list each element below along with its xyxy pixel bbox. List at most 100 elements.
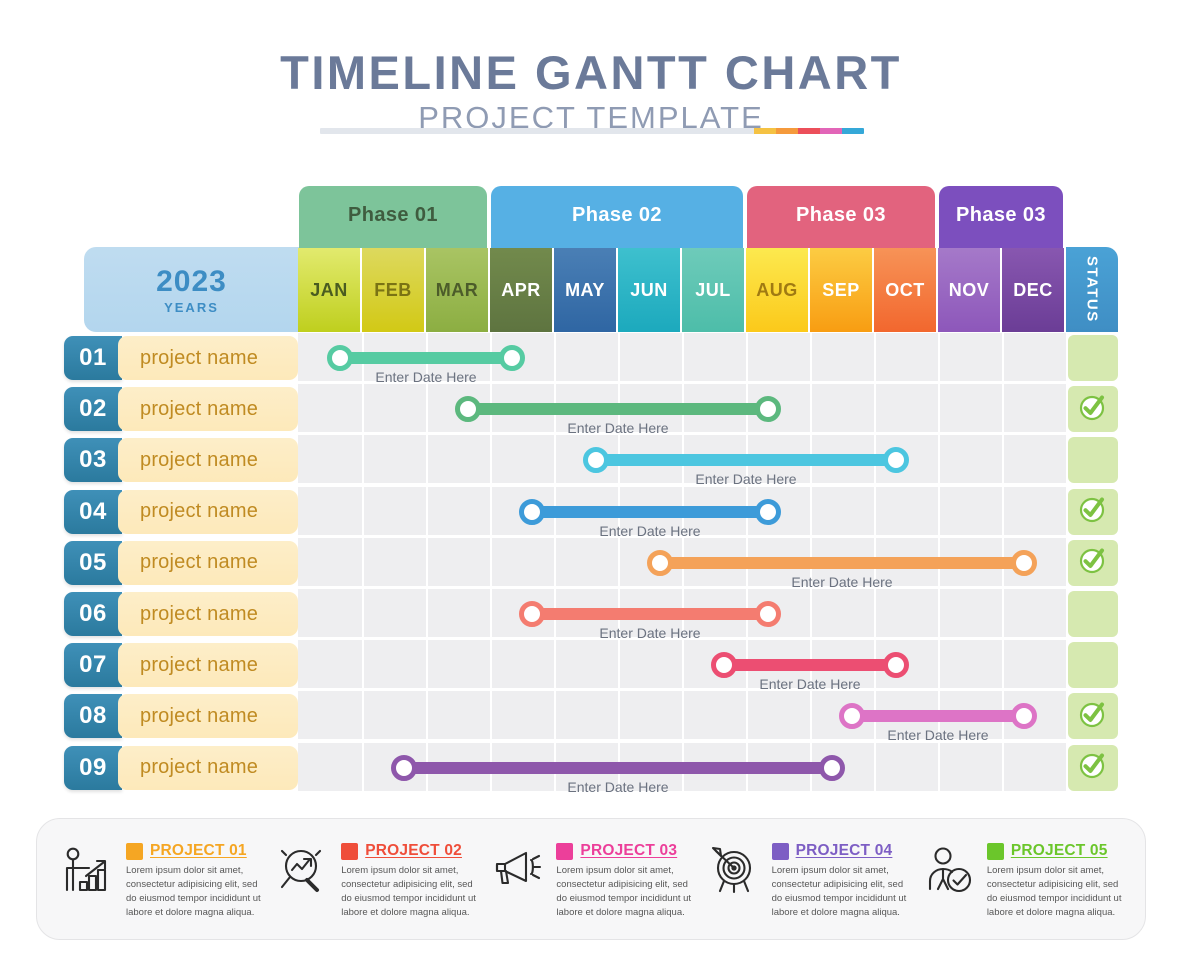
gantt-bar-row-09[interactable]: Enter Date Here (391, 754, 845, 795)
grid-line (490, 537, 492, 586)
gantt-bar-end-handle[interactable] (1011, 703, 1037, 730)
row-number-label: 09 (79, 753, 107, 781)
legend-title[interactable]: PROJECT 02 (365, 842, 462, 860)
row-number-badge-06: 06 (64, 592, 122, 636)
status-cell-row-02[interactable] (1068, 386, 1118, 433)
gantt-bar-date-label[interactable]: Enter Date Here (586, 471, 906, 487)
month-header-feb[interactable]: FEB (362, 248, 426, 332)
legend-color-swatch (126, 842, 143, 860)
month-header-mar[interactable]: MAR (426, 248, 490, 332)
phase-header-1[interactable]: Phase 01 (299, 186, 487, 248)
project-name-field-01[interactable]: project name (118, 336, 298, 380)
gantt-bar-row-02[interactable]: Enter Date Here (455, 396, 781, 436)
status-cell-row-01[interactable] (1068, 335, 1118, 381)
gantt-bar-date-label[interactable]: Enter Date Here (522, 625, 778, 641)
gantt-bar-date-label[interactable]: Enter Date Here (650, 574, 1034, 590)
gantt-bar-start-handle[interactable] (583, 447, 609, 474)
gantt-bar-row-03[interactable]: Enter Date Here (583, 447, 909, 487)
project-name-label: project name (140, 704, 259, 727)
status-cell-row-08[interactable] (1068, 693, 1118, 740)
gantt-bar-start-handle[interactable] (711, 652, 737, 679)
legend-title[interactable]: PROJECT 03 (580, 842, 677, 860)
gantt-bar-start-handle[interactable] (327, 345, 353, 371)
gantt-bar-start-handle[interactable] (839, 703, 865, 730)
gantt-bar-date-label[interactable]: Enter Date Here (330, 369, 522, 385)
project-name-field-07[interactable]: project name (118, 643, 298, 688)
megaphone-icon (487, 838, 547, 904)
project-name-field-09[interactable]: project name (118, 745, 298, 790)
gantt-bar-row-07[interactable]: Enter Date Here (711, 652, 909, 692)
gantt-bar-start-handle[interactable] (519, 601, 545, 627)
target-dartboard-icon (703, 838, 763, 904)
gantt-bar-end-handle[interactable] (819, 754, 845, 781)
status-cell-row-07[interactable] (1068, 642, 1118, 689)
gantt-bar-row-05[interactable]: Enter Date Here (647, 549, 1037, 590)
gantt-bar-date-label[interactable]: Enter Date Here (842, 727, 1034, 743)
project-name-field-04[interactable]: project name (118, 489, 298, 534)
gantt-bar-end-handle[interactable] (883, 447, 909, 474)
grid-line (362, 589, 364, 637)
gantt-bar-date-label[interactable]: Enter Date Here (522, 523, 778, 539)
gantt-bar-end-handle[interactable] (1011, 549, 1037, 576)
legend-item-4[interactable]: PROJECT 04 Lorem ipsum dolor sit amet, co… (699, 838, 914, 919)
month-header-jan[interactable]: JAN (298, 248, 362, 332)
status-cell-row-09[interactable] (1068, 744, 1118, 791)
legend-color-swatch (556, 842, 574, 860)
legend-item-3[interactable]: PROJECT 03 Lorem ipsum dolor sit amet, co… (483, 838, 698, 919)
grid-line (362, 384, 364, 433)
gantt-bar-date-label[interactable]: Enter Date Here (394, 779, 842, 795)
status-cell-row-03[interactable] (1068, 437, 1118, 484)
gantt-bar-date-label[interactable]: Enter Date Here (458, 420, 778, 436)
month-header-jun[interactable]: JUN (618, 248, 682, 332)
gantt-bar-row-04[interactable]: Enter Date Here (519, 498, 781, 539)
gantt-bar-end-handle[interactable] (755, 396, 781, 423)
project-name-field-05[interactable]: project name (118, 540, 298, 585)
phase-header-4[interactable]: Phase 03 (939, 186, 1063, 248)
status-cell-row-04[interactable] (1068, 488, 1118, 535)
project-name-field-03[interactable]: project name (118, 438, 298, 483)
gantt-bar-start-handle[interactable] (519, 498, 545, 525)
gantt-bar-end-handle[interactable] (883, 652, 909, 679)
month-header-nov[interactable]: NOV (938, 248, 1002, 332)
legend-title[interactable]: PROJECT 04 (796, 842, 893, 860)
gantt-bar-start-handle[interactable] (391, 754, 417, 781)
status-cell-row-05[interactable] (1068, 539, 1118, 586)
legend-color-swatch (771, 842, 789, 860)
gantt-bar-row-01[interactable]: Enter Date Here (327, 345, 525, 385)
gantt-bar-row-06[interactable]: Enter Date Here (519, 601, 781, 641)
legend-title[interactable]: PROJECT 01 (150, 842, 247, 860)
grid-line (362, 691, 364, 740)
gantt-bar-start-handle[interactable] (455, 396, 481, 423)
gantt-bar-date-label[interactable]: Enter Date Here (714, 676, 906, 692)
grid-line (618, 537, 620, 586)
month-header-apr[interactable]: APR (490, 248, 554, 332)
row-number-badge-01: 01 (64, 336, 122, 380)
grid-line (938, 742, 940, 791)
project-name-field-02[interactable]: project name (118, 387, 298, 432)
row-number-label: 05 (79, 548, 107, 576)
gantt-bar-row-08[interactable]: Enter Date Here (839, 703, 1037, 743)
gantt-bar-end-handle[interactable] (755, 601, 781, 627)
project-name-field-08[interactable]: project name (118, 694, 298, 739)
row-number-badge-05: 05 (64, 540, 122, 585)
month-header-aug[interactable]: AUG (746, 248, 810, 332)
legend-item-2[interactable]: PROJECT 02 Lorem ipsum dolor sit amet, co… (268, 838, 483, 919)
legend-panel: PROJECT 01 Lorem ipsum dolor sit amet, co… (36, 818, 1146, 940)
project-name-field-06[interactable]: project name (118, 592, 298, 636)
month-label: FEB (374, 279, 412, 300)
month-header-dec[interactable]: DEC (1002, 248, 1066, 332)
gantt-bar-end-handle[interactable] (499, 345, 525, 371)
person-verified-check-icon (918, 838, 978, 904)
legend-item-5[interactable]: PROJECT 05 Lorem ipsum dolor sit amet, co… (914, 838, 1129, 919)
month-header-jul[interactable]: JUL (682, 248, 746, 332)
gantt-bar-start-handle[interactable] (647, 549, 673, 576)
month-header-may[interactable]: MAY (554, 248, 618, 332)
month-header-oct[interactable]: OCT (874, 248, 938, 332)
gantt-bar-end-handle[interactable] (755, 498, 781, 525)
phase-header-2[interactable]: Phase 02 (491, 186, 743, 248)
legend-item-1[interactable]: PROJECT 01 Lorem ipsum dolor sit amet, co… (53, 838, 268, 919)
phase-header-3[interactable]: Phase 03 (747, 186, 935, 248)
status-cell-row-06[interactable] (1068, 591, 1118, 637)
month-header-sep[interactable]: SEP (810, 248, 874, 332)
legend-title[interactable]: PROJECT 05 (1011, 842, 1108, 860)
